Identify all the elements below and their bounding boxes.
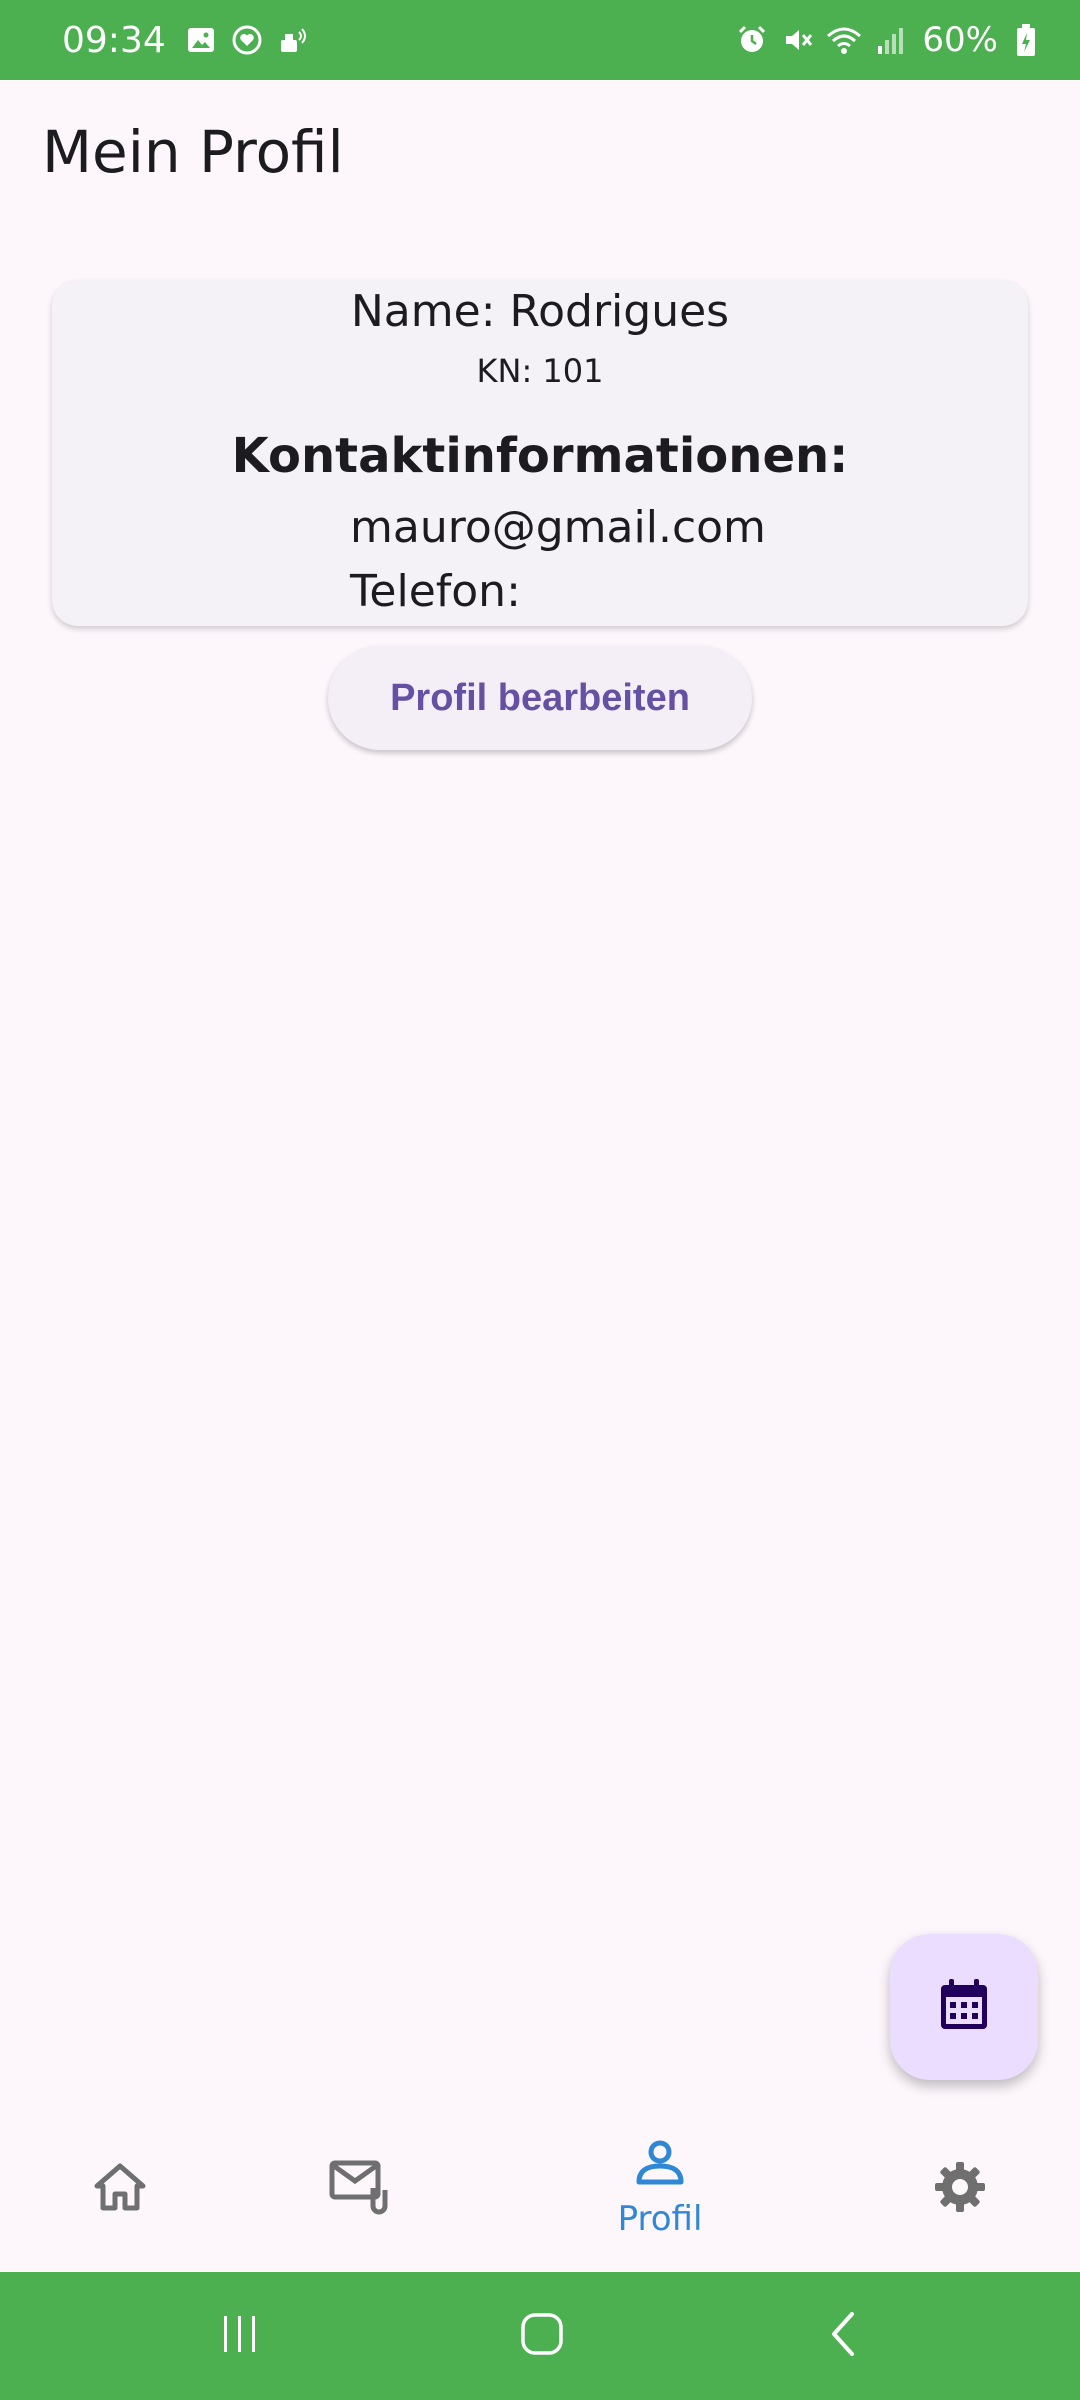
signal-icon xyxy=(872,22,908,58)
system-back-button[interactable] xyxy=(784,2272,904,2400)
mail-attachment-icon xyxy=(329,2158,391,2221)
alarm-icon xyxy=(734,22,770,58)
page-title: Mein Profil xyxy=(42,118,344,186)
nfc-pay-icon xyxy=(276,23,310,57)
status-bar: 09:34 60% xyxy=(0,0,1080,80)
home-square-icon xyxy=(519,2311,565,2362)
battery-percent: 60% xyxy=(922,20,998,60)
home-icon xyxy=(93,2160,147,2219)
calendar-fab[interactable] xyxy=(890,1934,1038,2080)
recent-apps-button[interactable] xyxy=(180,2272,300,2400)
nav-profile-label: Profil xyxy=(617,2198,703,2239)
profile-name: Name: Rodrigues xyxy=(350,286,730,337)
image-icon xyxy=(184,23,218,57)
battery-icon xyxy=(1008,22,1044,58)
nav-messages[interactable] xyxy=(300,2106,420,2272)
bottom-navigation: Profil xyxy=(0,2106,1080,2272)
profile-email: mauro@gmail.com xyxy=(350,502,766,553)
nav-profile[interactable]: Profil xyxy=(590,2106,730,2272)
recent-apps-icon xyxy=(218,2312,262,2361)
wifi-icon xyxy=(826,22,862,58)
profile-phone: Telefon: xyxy=(350,566,521,617)
contact-heading: Kontaktinformationen: xyxy=(231,428,849,484)
customer-number: KN: 101 xyxy=(476,352,604,390)
edit-profile-button[interactable]: Profil bearbeiten xyxy=(328,646,752,750)
calendar-icon xyxy=(937,1977,991,2038)
system-navigation xyxy=(0,2272,1080,2400)
gear-icon xyxy=(933,2160,987,2219)
nav-settings[interactable] xyxy=(900,2106,1020,2272)
status-time: 09:34 xyxy=(62,19,166,61)
heart-badge-icon xyxy=(230,23,264,57)
nav-home[interactable] xyxy=(60,2106,180,2272)
back-chevron-icon xyxy=(824,2310,864,2363)
status-left: 09:34 xyxy=(62,20,322,61)
mute-icon xyxy=(780,22,816,58)
status-right: 60% xyxy=(724,20,1044,60)
profile-card: Name: Rodrigues KN: 101 Kontaktinformati… xyxy=(52,280,1028,626)
person-icon xyxy=(635,2140,685,2191)
system-home-button[interactable] xyxy=(482,2272,602,2400)
